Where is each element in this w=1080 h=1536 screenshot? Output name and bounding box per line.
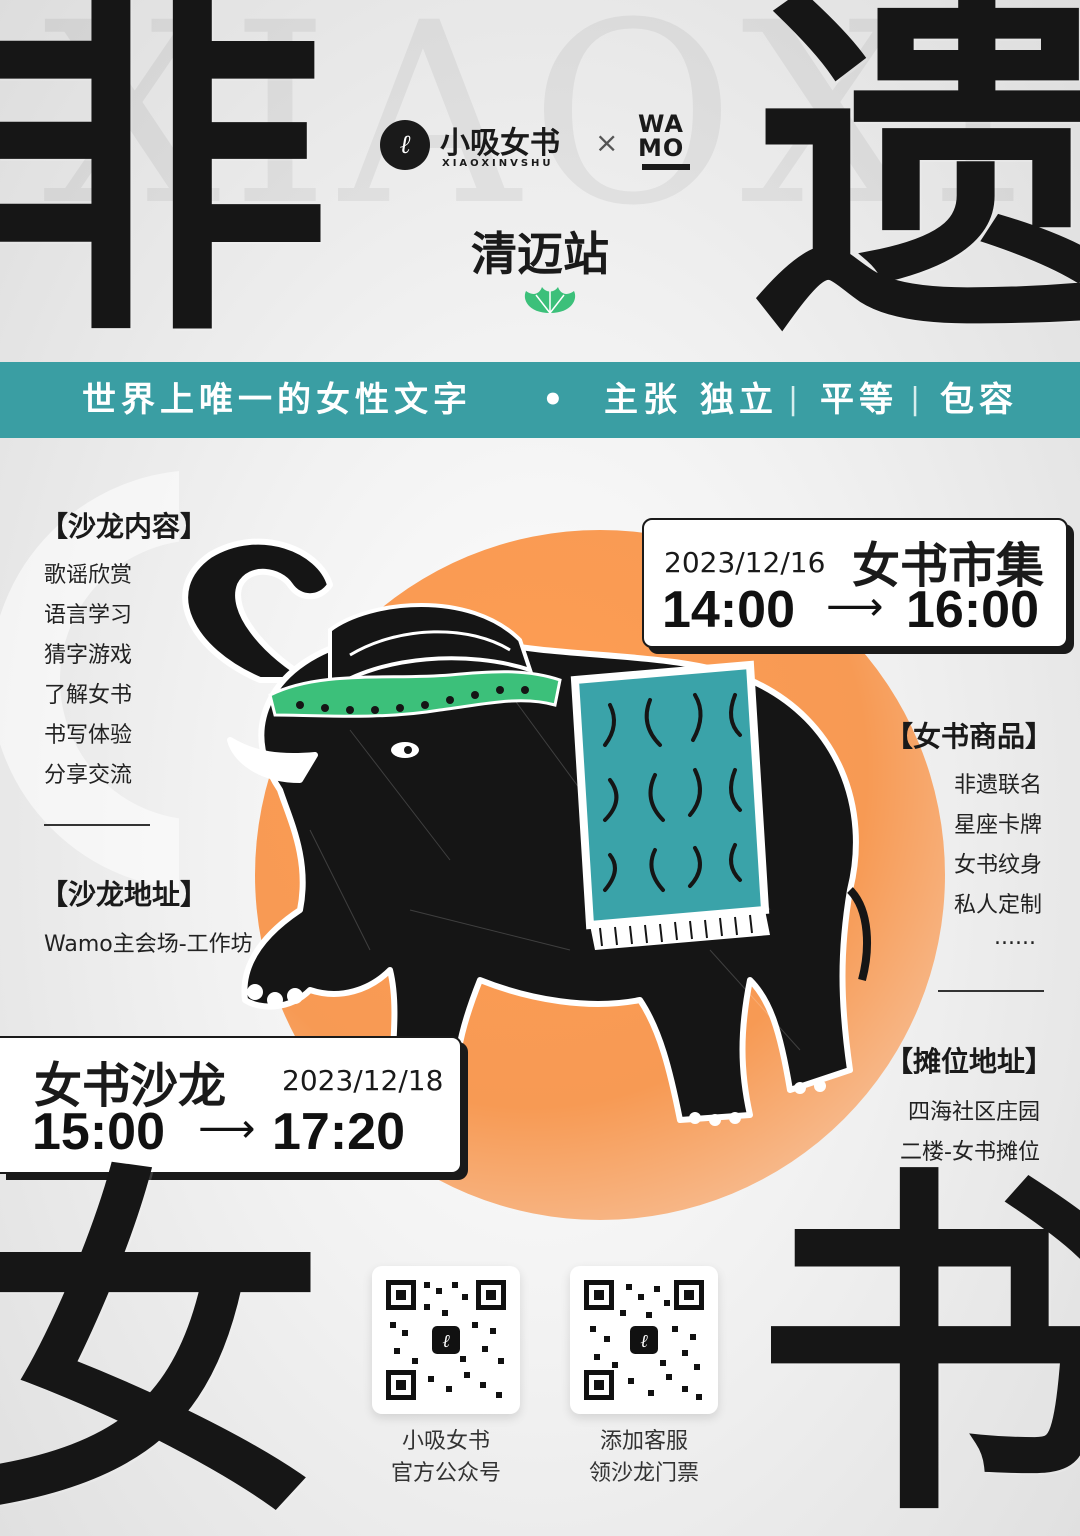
claim-text: 主张 — [604, 380, 682, 420]
salon-date: 2023/12/18 — [282, 1064, 444, 1097]
svg-text:ℓ: ℓ — [640, 1331, 648, 1352]
goods-item: 非遗联名 — [954, 773, 1043, 798]
lotus-leaf-icon — [524, 287, 576, 314]
divider — [44, 824, 150, 826]
wamo-logo-bar — [642, 164, 690, 170]
big-char-yi: 遗 — [755, 0, 1080, 379]
salon-content-item: 书写体验 — [44, 723, 133, 748]
qr-code-official-account[interactable]: ℓ — [372, 1266, 520, 1414]
qr-label-line: 领沙龙门票 — [588, 1461, 699, 1486]
value-independent: 独立 — [700, 380, 778, 420]
salon-content-title: 【沙龙内容】 — [40, 510, 209, 543]
salon-content-item: 分享交流 — [44, 763, 133, 788]
xiaoxi-logo-icon: ℓ — [380, 120, 430, 170]
svg-text:ℓ: ℓ — [442, 1331, 450, 1352]
value-equal: 平等 — [820, 380, 898, 420]
arrow-right-icon: ⟶ — [826, 584, 884, 630]
market-start-time: 14:00 — [662, 581, 795, 639]
salon-address-title: 【沙龙地址】 — [40, 878, 209, 911]
wamo-logo: WA MO — [638, 112, 698, 160]
market-event-card: 2023/12/16 女书市集 14:00 ⟶ 16:00 — [642, 518, 1068, 648]
station-title: 清迈站 — [471, 227, 609, 281]
qr-label-line: 添加客服 — [599, 1429, 688, 1454]
big-char-fei: 非 — [0, 0, 330, 379]
wamo-logo-text: WA MO — [638, 110, 685, 162]
goods-item: 私人定制 — [954, 893, 1043, 918]
value-inclusive: 包容 — [940, 380, 1018, 420]
slogan-dot: • — [542, 380, 569, 420]
slogan-banner: 世界上唯一的女性文字 • 主张 独立 | 平等 | 包容 — [0, 362, 1080, 438]
goods-title: 【女书商品】 — [885, 720, 1054, 753]
brand-subtitle: XIAOXINVSHU — [442, 158, 554, 169]
market-end-time: 16:00 — [906, 581, 1039, 639]
salon-content-item: 了解女书 — [44, 683, 133, 708]
qr-code-customer-service[interactable]: ℓ — [570, 1266, 718, 1414]
qr-code-icon: ℓ — [584, 1280, 704, 1400]
brand-name: 小吸女书 — [440, 126, 560, 161]
qr-label-customer-service: 添加客服 领沙龙门票 — [544, 1426, 744, 1490]
slogan-text: 世界上唯一的女性文字 — [82, 380, 472, 420]
goods-item: ...... — [994, 925, 1036, 950]
divider — [938, 990, 1044, 992]
salon-content-item: 语言学习 — [44, 603, 133, 628]
salon-content-item: 歌谣欣赏 — [44, 563, 133, 588]
qr-label-line: 官方公众号 — [390, 1461, 501, 1486]
banner-separator: | — [910, 382, 926, 417]
stall-address-title: 【摊位地址】 — [885, 1045, 1054, 1078]
goods-item: 女书纹身 — [954, 853, 1043, 878]
logo-row: ℓ 小吸女书 XIAOXINVSHU × WA MO — [380, 112, 720, 182]
poster: XIAOXI 非 遗 ℓ 小吸女书 XIAOXINVSHU × WA MO 清迈… — [0, 0, 1080, 1536]
salon-address-value: Wamo主会场-工作坊 — [44, 932, 253, 957]
qr-code-icon: ℓ — [386, 1280, 506, 1400]
stall-address-line: 四海社区庄园 — [908, 1100, 1041, 1125]
market-date: 2023/12/16 — [664, 546, 826, 579]
salon-content-item: 猜字游戏 — [44, 643, 133, 668]
qr-label-official-account: 小吸女书 官方公众号 — [346, 1426, 546, 1490]
big-char-shu: 书 — [755, 1140, 1080, 1536]
collab-times-sign: × — [595, 126, 619, 159]
big-char-nv: 女 — [0, 1140, 325, 1536]
banner-separator: | — [788, 382, 804, 417]
goods-item: 星座卡牌 — [954, 813, 1043, 838]
qr-label-line: 小吸女书 — [401, 1429, 490, 1454]
